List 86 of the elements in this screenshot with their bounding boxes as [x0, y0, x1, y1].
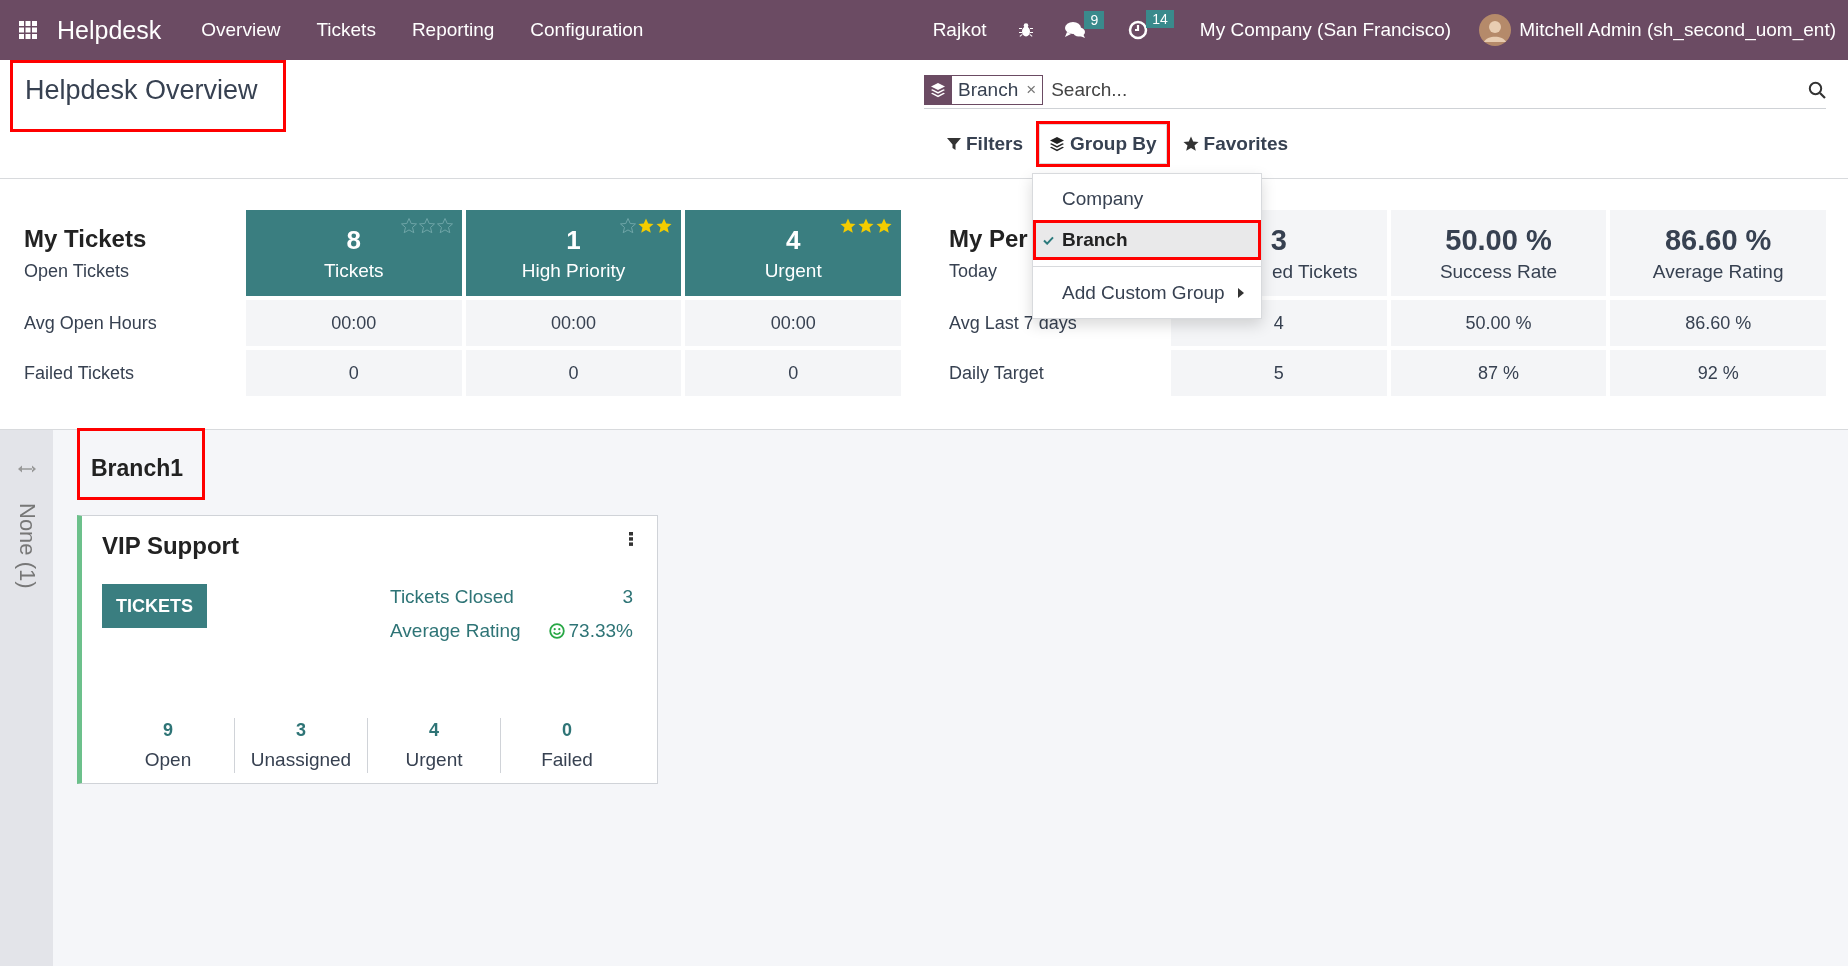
- table-cell[interactable]: 00:00: [246, 300, 462, 346]
- message-count-badge: 9: [1084, 11, 1105, 29]
- stat-value: 8: [346, 224, 362, 256]
- stat-link[interactable]: Average Rating: [390, 620, 521, 642]
- stat-value: 50.00 %: [1445, 223, 1552, 257]
- row-label: Failed Tickets: [24, 362, 135, 384]
- table-cell[interactable]: 0: [246, 350, 462, 396]
- table-cell: 87 %: [1390, 350, 1607, 396]
- stat-label: Tickets: [324, 259, 384, 282]
- menu-item[interactable]: Company: [1033, 179, 1262, 219]
- activity-count-badge: 14: [1146, 10, 1174, 28]
- table-cell: 5: [1171, 350, 1387, 396]
- star-icon: [656, 218, 673, 234]
- stat-tile[interactable]: 1 High Priority: [465, 210, 682, 296]
- stat-value: 4: [785, 224, 801, 256]
- stat-value: 1: [566, 224, 581, 256]
- table-cell: 92 %: [1610, 350, 1826, 396]
- stat-label: Success Rate: [1439, 260, 1558, 283]
- branch-switcher[interactable]: Rajkot: [932, 19, 987, 41]
- stat-value: 3: [1270, 223, 1287, 257]
- card-title: VIP Support: [102, 532, 239, 560]
- stat-value[interactable]: 3: [622, 586, 633, 608]
- layers-icon: [1049, 136, 1066, 152]
- stat-link[interactable]: Tickets Closed: [390, 586, 514, 608]
- stat-label: ed Tickets: [1271, 260, 1358, 283]
- check-icon: [1043, 235, 1055, 245]
- empty-star-icon: [418, 218, 435, 234]
- apps-grid-icon[interactable]: [19, 21, 37, 39]
- search-field[interactable]: Branch × Search...: [924, 72, 1826, 109]
- empty-star-icon: [436, 218, 453, 234]
- table-cell: 86.60 %: [1610, 300, 1826, 346]
- star-icon: [638, 218, 655, 234]
- filter-icon: [947, 137, 961, 151]
- block-subtitle: Open Tickets: [24, 260, 130, 282]
- kebab-menu-icon[interactable]: [629, 532, 633, 546]
- column-label: None (1): [13, 503, 40, 589]
- user-menu[interactable]: Mitchell Admin (sh_second_uom_ent): [1519, 19, 1836, 41]
- stat-tile[interactable]: 4 Urgent: [685, 210, 901, 296]
- search-icon[interactable]: [1808, 81, 1826, 99]
- stat-label: Average Rating: [1652, 260, 1784, 283]
- block-subtitle: Today: [949, 260, 998, 282]
- table-cell[interactable]: 00:00: [465, 300, 682, 346]
- empty-star-icon: [400, 218, 417, 234]
- tickets-button[interactable]: TICKETS: [102, 584, 207, 628]
- counter-link[interactable]: 9 Open: [102, 718, 234, 773]
- table-cell[interactable]: 0: [685, 350, 901, 396]
- row-label: Daily Target: [949, 362, 1044, 384]
- chat-icon[interactable]: [1064, 21, 1087, 39]
- counter-link[interactable]: 3 Unassigned: [234, 718, 367, 773]
- smiley-icon: [548, 623, 565, 639]
- star-icon: [858, 218, 874, 234]
- stat-tile[interactable]: 8 Tickets: [246, 210, 462, 296]
- table-cell: 50.00 %: [1390, 300, 1607, 346]
- bug-icon[interactable]: [1018, 22, 1035, 38]
- row-label: Avg Open Hours: [24, 312, 157, 334]
- group-header: Branch1: [77, 428, 205, 500]
- layers-icon: [930, 82, 946, 98]
- stat-label: Urgent: [764, 259, 822, 282]
- star-icon: [1182, 136, 1199, 152]
- search-facet[interactable]: Branch: [952, 75, 1025, 105]
- star-icon: [876, 218, 892, 234]
- star-icon: [840, 218, 856, 234]
- page-title: Helpdesk Overview: [10, 60, 286, 132]
- table-cell[interactable]: 00:00: [685, 300, 901, 346]
- menu-item[interactable]: Branch: [1033, 220, 1262, 260]
- block-title: My Per: [949, 224, 1028, 253]
- company-switcher[interactable]: My Company (San Francisco): [1199, 19, 1452, 41]
- stat-label: High Priority: [521, 259, 626, 282]
- clock-icon[interactable]: [1128, 20, 1149, 40]
- counter-link[interactable]: 0 Failed: [500, 718, 633, 773]
- avatar-icon[interactable]: [1479, 14, 1512, 46]
- stat-value: 86.60 %: [1664, 223, 1772, 257]
- menu-item[interactable]: Tickets: [316, 19, 376, 41]
- folded-column[interactable]: None (1): [0, 430, 53, 966]
- remove-facet-button[interactable]: ×: [1024, 75, 1044, 105]
- block-title: My Tickets: [24, 224, 147, 253]
- counter-link[interactable]: 4 Urgent: [367, 718, 500, 773]
- stat-value[interactable]: 73.33%: [568, 620, 633, 642]
- caret-icon: [1238, 288, 1245, 298]
- menu-item[interactable]: Overview: [201, 19, 281, 41]
- table-cell[interactable]: 0: [465, 350, 682, 396]
- expand-arrows-icon: [17, 465, 36, 473]
- app-name[interactable]: Helpdesk: [57, 15, 162, 45]
- menu-item[interactable]: Reporting: [411, 19, 495, 41]
- search-panel-button[interactable]: Group By: [1036, 121, 1170, 167]
- menu-item[interactable]: Configuration: [530, 19, 644, 41]
